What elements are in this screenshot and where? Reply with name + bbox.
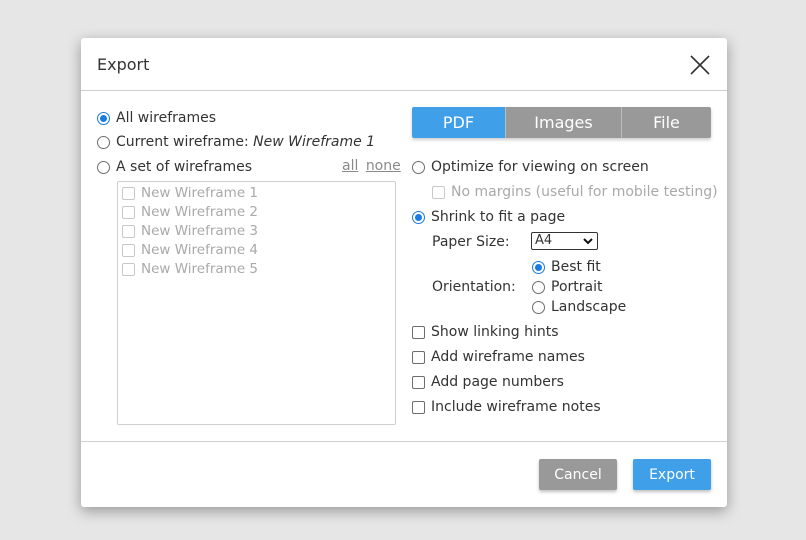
checkbox-add-wireframe-names[interactable]: Add wireframe names [412, 349, 585, 365]
wireframe-checkbox [122, 243, 135, 257]
list-item: New Wireframe 2 [122, 204, 258, 220]
list-item: New Wireframe 4 [122, 242, 258, 258]
checkbox-add-wireframe-names-control[interactable] [412, 350, 425, 364]
list-item: New Wireframe 5 [122, 261, 258, 277]
checkbox-include-notes[interactable]: Include wireframe notes [412, 399, 601, 415]
chevron-down-icon [583, 234, 593, 253]
checkbox-no-margins-control [432, 185, 445, 199]
list-item: New Wireframe 3 [122, 223, 258, 239]
checkbox-add-wireframe-names-label: Add wireframe names [431, 349, 585, 365]
radio-portrait-control[interactable] [532, 280, 545, 294]
wireframe-label: New Wireframe 4 [141, 242, 259, 258]
wireframe-label: New Wireframe 3 [141, 223, 259, 239]
radio-current-wireframe-control[interactable] [97, 135, 110, 149]
checkbox-add-page-numbers[interactable]: Add page numbers [412, 374, 564, 390]
dialog-title: Export [97, 55, 150, 74]
orientation-label: Orientation: [432, 279, 516, 295]
wireframe-checkbox [122, 186, 135, 200]
wireframe-list: New Wireframe 1 New Wireframe 2 New Wire… [117, 181, 396, 425]
radio-current-wireframe-label: Current wireframe: [116, 134, 249, 150]
wireframe-label: New Wireframe 5 [141, 261, 259, 277]
select-links: all none [342, 158, 401, 174]
tab-file[interactable]: File [621, 107, 711, 138]
wireframe-checkbox [122, 205, 135, 219]
checkbox-add-page-numbers-label: Add page numbers [431, 374, 564, 390]
wireframe-label: New Wireframe 2 [141, 204, 259, 220]
radio-all-wireframes-control[interactable] [97, 111, 110, 125]
paper-size-select[interactable]: A4 [531, 232, 598, 250]
radio-landscape-control[interactable] [532, 300, 545, 314]
radio-landscape-label: Landscape [551, 299, 627, 315]
close-icon[interactable] [688, 53, 712, 77]
tab-pdf[interactable]: PDF [412, 107, 505, 138]
paper-size-label: Paper Size: [432, 234, 510, 250]
checkbox-include-notes-control[interactable] [412, 400, 425, 414]
tab-images[interactable]: Images [505, 107, 621, 138]
paper-size-value: A4 [535, 233, 553, 248]
wireframe-checkbox [122, 262, 135, 276]
radio-best-fit-label: Best fit [551, 259, 601, 275]
radio-set-of-wireframes-control[interactable] [97, 160, 110, 174]
select-none-link[interactable]: none [366, 158, 401, 174]
radio-optimize-screen-label: Optimize for viewing on screen [431, 159, 649, 175]
radio-best-fit-control[interactable] [532, 260, 545, 274]
radio-all-wireframes-label: All wireframes [116, 110, 217, 126]
radio-shrink-to-fit[interactable]: Shrink to fit a page [412, 209, 565, 225]
checkbox-show-linking-hints-label: Show linking hints [431, 324, 559, 340]
dialog-footer: Cancel Export [81, 441, 727, 507]
radio-best-fit[interactable]: Best fit [532, 259, 601, 275]
radio-all-wireframes[interactable]: All wireframes [97, 110, 216, 126]
radio-optimize-screen-control[interactable] [412, 160, 425, 174]
checkbox-no-margins-label: No margins (useful for mobile testing) [451, 184, 718, 200]
wireframe-label: New Wireframe 1 [141, 185, 259, 201]
wireframe-checkbox [122, 224, 135, 238]
checkbox-show-linking-hints[interactable]: Show linking hints [412, 324, 559, 340]
select-all-link[interactable]: all [342, 158, 358, 174]
radio-optimize-screen[interactable]: Optimize for viewing on screen [412, 159, 649, 175]
radio-shrink-to-fit-label: Shrink to fit a page [431, 209, 566, 225]
radio-current-wireframe[interactable]: Current wireframe: New Wireframe 1 [97, 134, 375, 150]
radio-portrait[interactable]: Portrait [532, 279, 602, 295]
radio-landscape[interactable]: Landscape [532, 299, 626, 315]
cancel-button[interactable]: Cancel [539, 459, 617, 490]
radio-set-of-wireframes-label: A set of wireframes [116, 159, 253, 175]
checkbox-include-notes-label: Include wireframe notes [431, 399, 601, 415]
radio-set-of-wireframes[interactable]: A set of wireframes [97, 159, 252, 175]
dialog-header: Export [81, 38, 727, 91]
export-button[interactable]: Export [633, 459, 711, 490]
radio-portrait-label: Portrait [551, 279, 603, 295]
list-item: New Wireframe 1 [122, 185, 258, 201]
export-dialog: Export All wireframes Current wireframe:… [81, 38, 727, 507]
format-tabs: PDF Images File [412, 107, 711, 138]
radio-shrink-to-fit-control[interactable] [412, 210, 425, 224]
checkbox-no-margins: No margins (useful for mobile testing) [432, 184, 718, 200]
current-wireframe-name: New Wireframe 1 [253, 134, 376, 150]
checkbox-add-page-numbers-control[interactable] [412, 375, 425, 389]
checkbox-show-linking-hints-control[interactable] [412, 325, 425, 339]
